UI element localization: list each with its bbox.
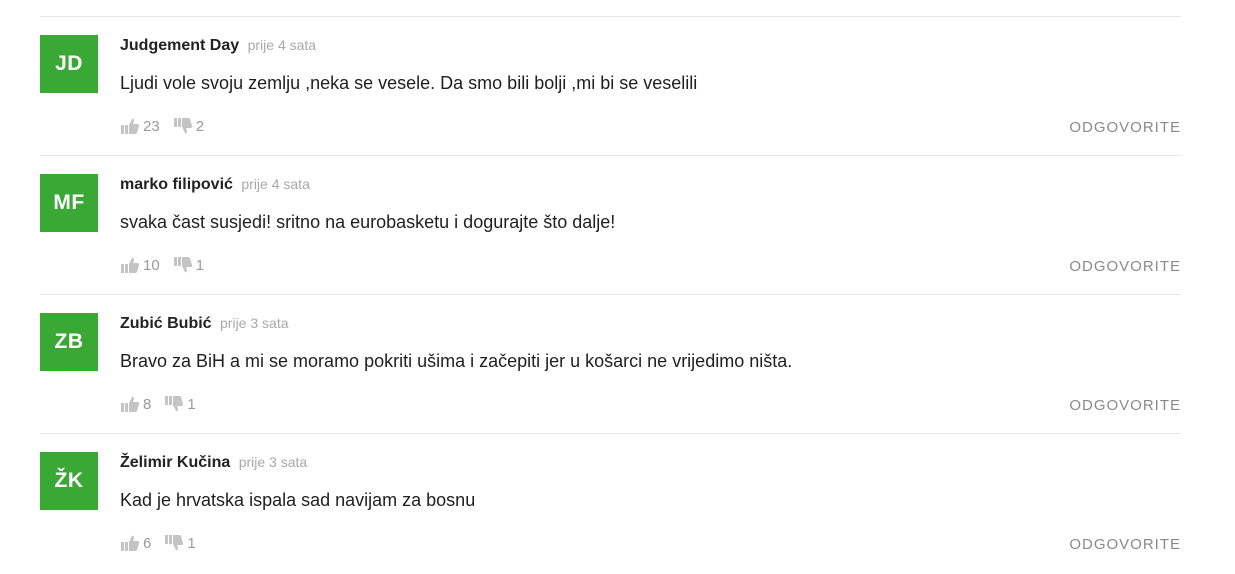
comment-author[interactable]: Želimir Kučina: [120, 454, 230, 471]
comment-text: Ljudi vole svoju zemlju ,neka se vesele.…: [120, 73, 698, 93]
vote-bar: 6 1: [120, 534, 196, 552]
comment-item: ZB Zubić Bubić prije 3 sata Bravo za BiH…: [40, 295, 1181, 434]
dislike-button[interactable]: 1: [164, 395, 196, 413]
comment-timestamp: prije 3 sata: [238, 454, 308, 470]
thumbs-down-icon: [173, 117, 193, 135]
comment-text: svaka čast susjedi! sritno na eurobasket…: [120, 212, 616, 232]
thumbs-down-icon: [164, 534, 184, 552]
comment-author[interactable]: marko filipović: [120, 176, 233, 193]
thumbs-up-icon: [120, 534, 140, 552]
avatar: JD: [40, 35, 98, 93]
reply-button[interactable]: ODGOVORITE: [1069, 258, 1181, 275]
comment-timestamp: prije 3 sata: [220, 315, 289, 331]
like-count: 6: [143, 534, 152, 552]
like-button[interactable]: 6: [120, 534, 151, 552]
comment-list: JD Judgement Day prije 4 sata Ljudi vole…: [40, 16, 1181, 573]
like-count: 10: [143, 256, 160, 274]
avatar: ZB: [40, 313, 98, 371]
reply-button[interactable]: ODGOVORITE: [1069, 536, 1181, 553]
like-button[interactable]: 8: [120, 395, 151, 413]
thumbs-up-icon: [120, 117, 140, 135]
comment-item: MF marko filipović prije 4 sata svaka ča…: [40, 156, 1181, 295]
reply-button[interactable]: ODGOVORITE: [1069, 397, 1181, 414]
avatar: MF: [40, 174, 98, 232]
reply-button[interactable]: ODGOVORITE: [1069, 119, 1181, 136]
dislike-count: 1: [187, 534, 196, 552]
vote-bar: 23 2: [120, 117, 204, 135]
avatar: ŽK: [40, 452, 98, 510]
comment-header: Želimir Kučina prije 3 sata: [120, 454, 307, 472]
like-count: 8: [143, 395, 152, 413]
comment-header: Zubić Bubić prije 3 sata: [120, 315, 289, 333]
comment-timestamp: prije 4 sata: [247, 37, 317, 53]
dislike-button[interactable]: 1: [173, 256, 204, 274]
dislike-button[interactable]: 2: [173, 117, 204, 135]
thumbs-down-icon: [173, 256, 193, 274]
comment-text: Kad je hrvatska ispala sad navijam za bo…: [120, 490, 476, 510]
comment-text: Bravo za BiH a mi se moramo pokriti ušim…: [120, 351, 793, 371]
dislike-count: 2: [195, 117, 205, 135]
thumbs-up-icon: [120, 256, 140, 274]
comment-timestamp: prije 4 sata: [241, 176, 310, 192]
dislike-count: 1: [195, 256, 205, 274]
comment-item: JD Judgement Day prije 4 sata Ljudi vole…: [40, 17, 1181, 156]
comment-header: Judgement Day prije 4 sata: [120, 37, 316, 55]
comment-author[interactable]: Zubić Bubić: [120, 315, 212, 332]
dislike-button[interactable]: 1: [164, 534, 196, 552]
like-button[interactable]: 23: [120, 117, 160, 135]
vote-bar: 8 1: [120, 395, 196, 413]
thumbs-up-icon: [120, 395, 140, 413]
comment-item: ŽK Želimir Kučina prije 3 sata Kad je hr…: [40, 434, 1181, 573]
like-button[interactable]: 10: [120, 256, 160, 274]
dislike-count: 1: [187, 395, 196, 413]
comment-header: marko filipović prije 4 sata: [120, 176, 310, 194]
like-count: 23: [143, 117, 160, 135]
thumbs-down-icon: [164, 395, 184, 413]
comment-author[interactable]: Judgement Day: [120, 37, 239, 54]
vote-bar: 10 1: [120, 256, 204, 274]
